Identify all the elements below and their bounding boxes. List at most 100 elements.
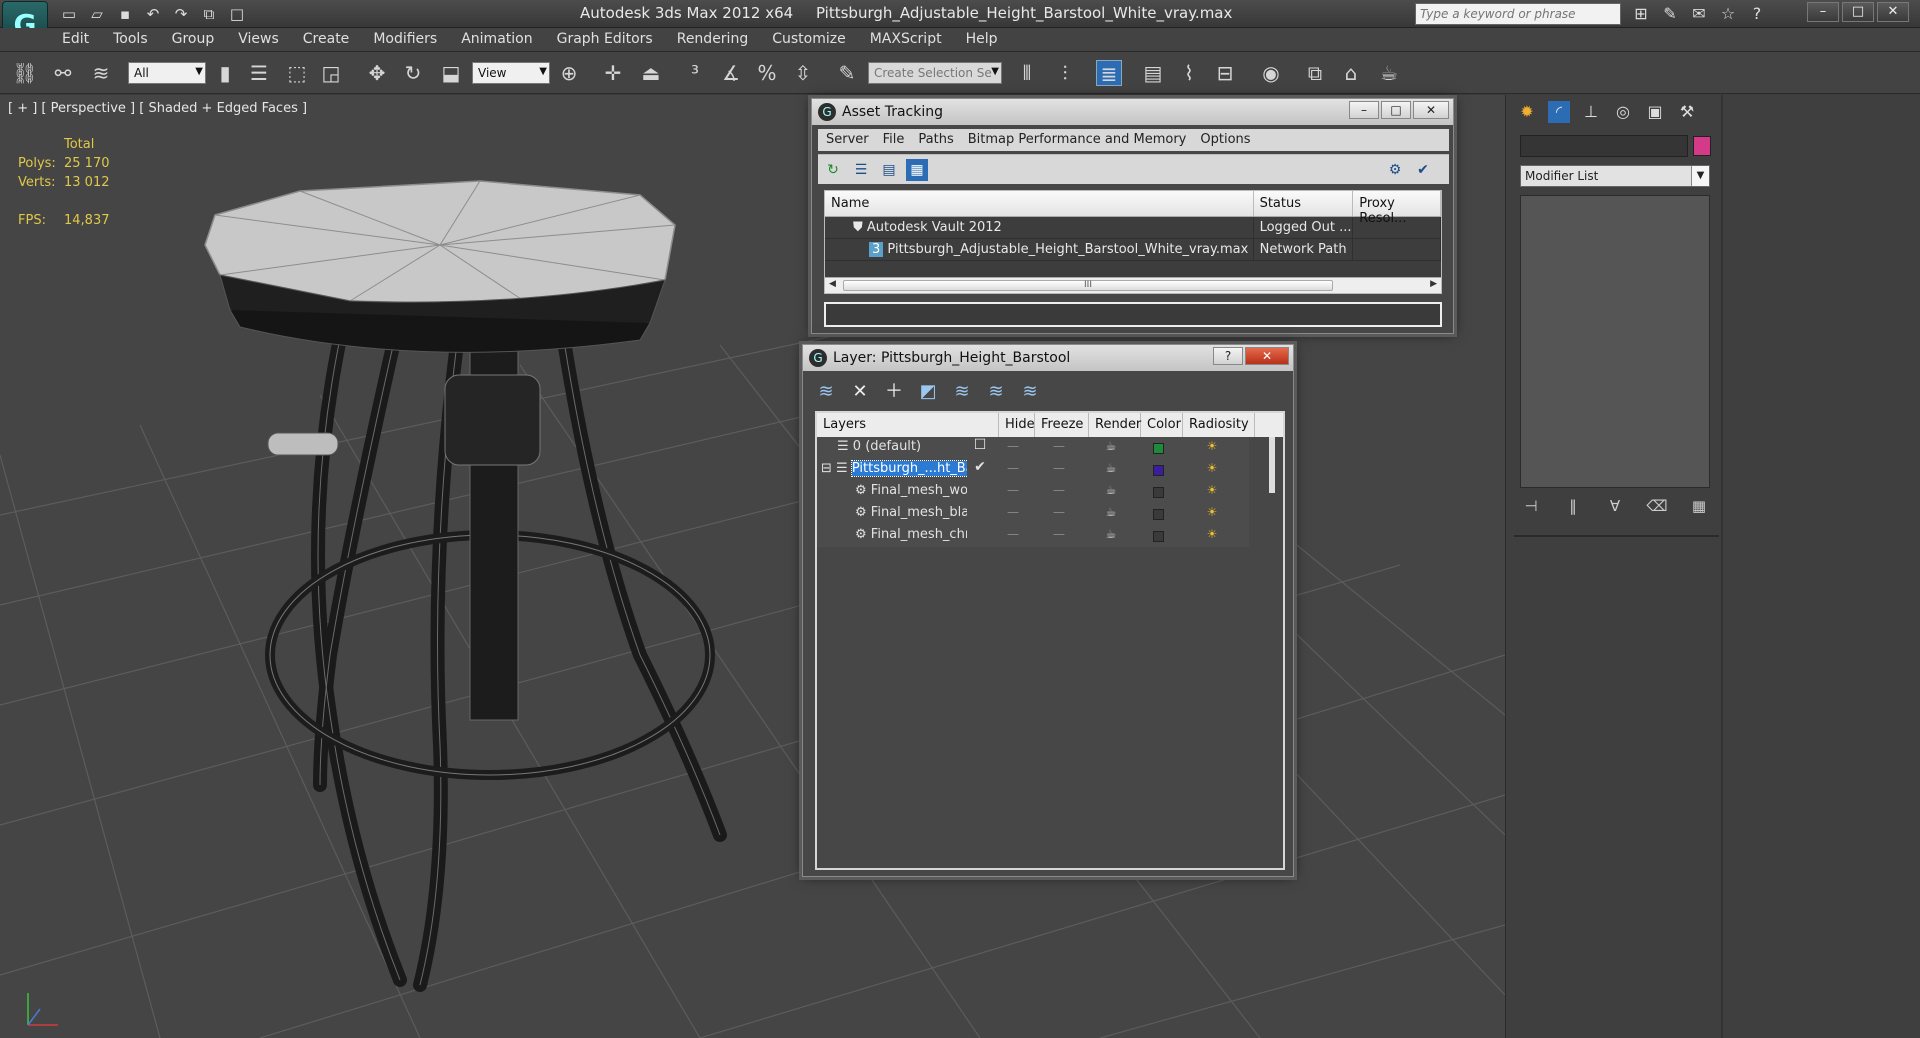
object-color[interactable] bbox=[1137, 525, 1179, 547]
column-radiosity[interactable]: Radiosity bbox=[1183, 413, 1255, 437]
horizontal-scrollbar[interactable]: ◀ III ▶ bbox=[825, 277, 1441, 293]
table-view-icon[interactable]: ▦ bbox=[906, 159, 928, 181]
project-folder-icon[interactable]: ⧉ bbox=[198, 3, 220, 25]
render-teapot-icon[interactable]: ☕ bbox=[1085, 437, 1137, 459]
binoculars-icon[interactable]: ⊞ bbox=[1630, 3, 1652, 25]
freeze-all-layers-icon[interactable]: ≋ bbox=[1017, 379, 1043, 405]
percent-snap-icon[interactable]: % bbox=[754, 60, 780, 86]
align-icon[interactable]: ⫶ bbox=[1052, 60, 1078, 86]
menu-modifiers[interactable]: Modifiers bbox=[373, 31, 437, 47]
column-proxy-resolution[interactable]: Proxy Resol... bbox=[1353, 191, 1441, 226]
table-row[interactable]: 3 Pittsburgh_Adjustable_Height_Barstool_… bbox=[825, 239, 1441, 261]
object-row[interactable]: ⚙ Final_mesh_blac — — ☕ ☀ bbox=[817, 503, 1249, 525]
active-layer-checkmark-icon[interactable]: ✔ bbox=[967, 459, 993, 481]
redo-icon[interactable]: ↷ bbox=[170, 3, 192, 25]
bind-space-warp-icon[interactable]: ≋ bbox=[88, 60, 114, 86]
asset-menu-file[interactable]: File bbox=[883, 132, 905, 148]
select-manipulate-icon[interactable]: ✛ bbox=[600, 60, 626, 86]
layer-manager-icon[interactable]: ≣ bbox=[1096, 60, 1122, 86]
render-teapot-icon[interactable]: ☕ bbox=[1085, 503, 1137, 525]
add-to-layer-icon[interactable]: ＋ bbox=[881, 379, 907, 405]
menu-create[interactable]: Create bbox=[303, 31, 350, 47]
scale-icon[interactable]: ⬓ bbox=[438, 60, 464, 86]
checkout-icon[interactable]: ⚙ bbox=[1384, 159, 1406, 181]
pin-stack-icon[interactable]: ⊣ bbox=[1520, 495, 1542, 517]
object-color[interactable] bbox=[1137, 481, 1179, 503]
column-freeze[interactable]: Freeze bbox=[1035, 413, 1089, 437]
menu-help[interactable]: Help bbox=[966, 31, 998, 47]
edit-named-selection-icon[interactable]: ✎ bbox=[834, 60, 860, 86]
rendered-frame-icon[interactable]: ⌂ bbox=[1338, 60, 1364, 86]
menu-animation[interactable]: Animation bbox=[461, 31, 532, 47]
checkin-icon[interactable]: ✔ bbox=[1412, 159, 1434, 181]
new-file-icon[interactable]: ▭ bbox=[58, 3, 80, 25]
hide-toggle[interactable]: — bbox=[993, 481, 1033, 503]
render-teapot-icon[interactable]: ☕ bbox=[1085, 481, 1137, 503]
active-layer-checkbox[interactable]: ☐ bbox=[967, 437, 993, 459]
select-by-name-icon[interactable]: ☰ bbox=[246, 60, 272, 86]
material-editor-icon[interactable]: ◉ bbox=[1258, 60, 1284, 86]
close-icon[interactable]: ✕ bbox=[1877, 2, 1909, 22]
layer-color[interactable] bbox=[1137, 459, 1179, 481]
named-selection-select[interactable]: Create Selection Se ▼ bbox=[868, 62, 1002, 84]
asset-menu-server[interactable]: Server bbox=[826, 132, 869, 148]
hide-toggle[interactable]: — bbox=[993, 437, 1033, 459]
scrollbar-thumb[interactable]: III bbox=[843, 280, 1333, 291]
column-render[interactable]: Render bbox=[1089, 413, 1141, 437]
rectangular-selection-icon[interactable]: ⬚ bbox=[284, 60, 310, 86]
ribbon-icon[interactable]: ▤ bbox=[1140, 60, 1166, 86]
select-object-icon[interactable]: ▮ bbox=[212, 60, 238, 86]
maximize-icon[interactable]: □ bbox=[1381, 101, 1411, 119]
motion-tab-icon[interactable]: ◎ bbox=[1612, 101, 1634, 123]
asset-menu-paths[interactable]: Paths bbox=[918, 132, 953, 148]
hide-toggle[interactable]: — bbox=[993, 459, 1033, 481]
column-status[interactable]: Status bbox=[1254, 191, 1354, 216]
freeze-toggle[interactable]: — bbox=[1033, 525, 1085, 547]
open-file-icon[interactable]: ▱ bbox=[86, 3, 108, 25]
favorites-icon[interactable]: ☆ bbox=[1717, 3, 1739, 25]
layer-manager-titlebar[interactable]: G Layer: Pittsburgh_Height_Barstool ? ✕ bbox=[803, 345, 1293, 371]
undo-icon[interactable]: ↶ bbox=[142, 3, 164, 25]
display-tab-icon[interactable]: ▣ bbox=[1644, 101, 1666, 123]
refresh-icon[interactable]: ↻ bbox=[822, 159, 844, 181]
render-setup-icon[interactable]: ⧉ bbox=[1302, 60, 1328, 86]
help-icon[interactable]: ? bbox=[1213, 347, 1243, 365]
delete-layer-icon[interactable]: ✕ bbox=[847, 379, 873, 405]
asset-status-field[interactable] bbox=[824, 302, 1442, 327]
minimize-icon[interactable]: – bbox=[1349, 101, 1379, 119]
pivot-center-icon[interactable]: ⊕ bbox=[556, 60, 582, 86]
select-objects-icon[interactable]: ◩ bbox=[915, 379, 941, 405]
move-icon[interactable]: ✥ bbox=[364, 60, 390, 86]
asset-menu-options[interactable]: Options bbox=[1200, 132, 1250, 148]
modifier-list-select[interactable]: Modifier List ▼ bbox=[1520, 165, 1710, 187]
layer-color[interactable] bbox=[1137, 437, 1179, 459]
angle-snap-icon[interactable]: ∡ bbox=[718, 60, 744, 86]
curve-editor-icon[interactable]: ⌇ bbox=[1176, 60, 1202, 86]
scroll-left-icon[interactable]: ◀ bbox=[829, 279, 836, 289]
render-teapot-icon[interactable]: ☕ bbox=[1085, 525, 1137, 547]
unlink-icon[interactable]: ⚯ bbox=[50, 60, 76, 86]
save-file-icon[interactable]: ▪ bbox=[114, 3, 136, 25]
object-row[interactable]: ⚙ Final_mesh_chro — — ☕ ☀ bbox=[817, 525, 1249, 547]
menu-tools[interactable]: Tools bbox=[113, 31, 148, 47]
configure-modifier-sets-icon[interactable]: ▦ bbox=[1688, 495, 1710, 517]
radiosity-icon[interactable]: ☀ bbox=[1179, 481, 1245, 503]
hide-toggle[interactable]: — bbox=[993, 503, 1033, 525]
help-search-input[interactable] bbox=[1415, 3, 1621, 25]
radiosity-icon[interactable]: ☀ bbox=[1179, 503, 1245, 525]
layer-row[interactable]: ⊟ ☰ Pittsburgh_...ht_Ba ✔ — — ☕ ☀ bbox=[817, 459, 1249, 481]
workspace-icon[interactable]: □ bbox=[226, 3, 248, 25]
layer-row[interactable]: ☰ 0 (default) ☐ — — ☕ ☀ bbox=[817, 437, 1249, 459]
object-color[interactable] bbox=[1137, 503, 1179, 525]
table-row[interactable]: ⛊ Autodesk Vault 2012 Logged Out ... bbox=[825, 217, 1441, 239]
vertical-scrollbar[interactable] bbox=[1265, 437, 1281, 868]
object-name-field[interactable] bbox=[1520, 135, 1688, 157]
menu-views[interactable]: Views bbox=[238, 31, 279, 47]
hierarchy-tab-icon[interactable]: ⊥ bbox=[1580, 101, 1602, 123]
keyboard-shortcut-icon[interactable]: ⏏ bbox=[638, 60, 664, 86]
communication-icon[interactable]: ✉ bbox=[1688, 3, 1710, 25]
remove-modifier-icon[interactable]: ⌫ bbox=[1646, 495, 1668, 517]
menu-edit[interactable]: Edit bbox=[62, 31, 89, 47]
subscription-icon[interactable]: ✎ bbox=[1659, 3, 1681, 25]
radiosity-icon[interactable]: ☀ bbox=[1179, 437, 1245, 459]
